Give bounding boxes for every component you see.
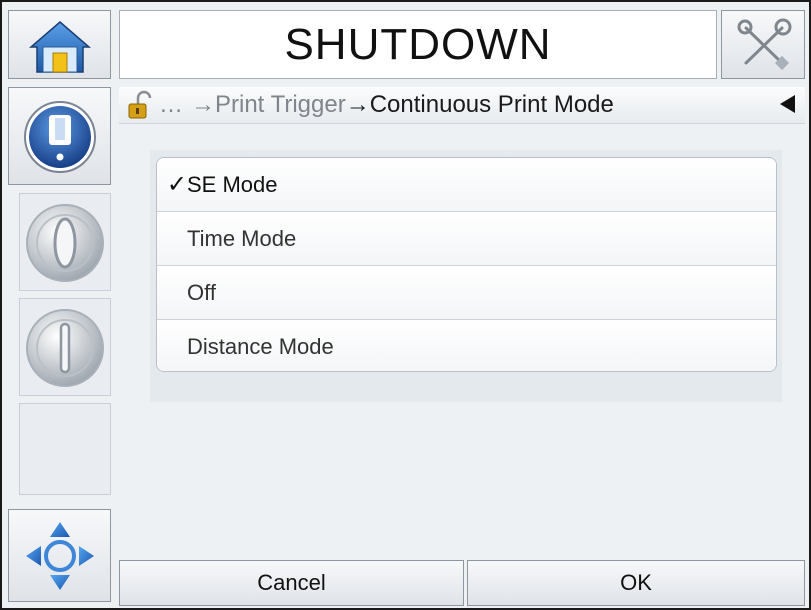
option-label: Off xyxy=(187,279,216,305)
option-off[interactable]: Off xyxy=(157,266,776,320)
back-triangle-icon[interactable] xyxy=(780,95,795,113)
page-title: SHUTDOWN xyxy=(284,19,552,69)
status-title-box: SHUTDOWN xyxy=(119,10,717,79)
ink-bottle-icon xyxy=(24,101,96,173)
checkmark-icon: ✓ xyxy=(166,171,187,198)
home-icon xyxy=(28,21,92,73)
unlocked-padlock-icon xyxy=(128,90,152,119)
option-label: SE Mode xyxy=(187,171,278,197)
jet-stop-icon xyxy=(26,309,104,387)
tools-button[interactable] xyxy=(721,10,805,79)
option-se-mode[interactable]: ✓ SE Mode xyxy=(157,158,776,212)
sidebar-empty-slot xyxy=(19,403,111,495)
sidebar-item-jet-start[interactable] xyxy=(19,193,111,291)
navigation-arrows-icon xyxy=(26,522,94,590)
option-distance-mode[interactable]: Distance Mode xyxy=(157,320,776,371)
breadcrumb-item-current: →Continuous Print Mode xyxy=(345,91,614,118)
option-label: Distance Mode xyxy=(187,334,334,359)
ok-button[interactable]: OK xyxy=(467,560,805,606)
cancel-button-label: Cancel xyxy=(257,570,326,595)
option-list: ✓ SE Mode Time Mode Off Distance Mode xyxy=(156,157,777,372)
breadcrumb-item-print-trigger[interactable]: →Print Trigger xyxy=(191,91,346,119)
breadcrumb-ellipsis[interactable]: … xyxy=(159,91,183,119)
sidebar-item-jet-stop[interactable] xyxy=(19,298,111,396)
sidebar-item-ink[interactable] xyxy=(8,87,111,185)
option-time-mode[interactable]: Time Mode xyxy=(157,212,776,266)
tools-icon xyxy=(737,18,792,71)
option-label: Time Mode xyxy=(187,225,297,251)
navigation-button[interactable] xyxy=(8,509,111,602)
cancel-button[interactable]: Cancel xyxy=(119,560,464,606)
home-button[interactable] xyxy=(8,10,111,79)
jet-start-icon xyxy=(26,204,104,282)
ok-button-label: OK xyxy=(620,570,652,595)
breadcrumb: … →Print Trigger →Continuous Print Mode xyxy=(119,87,805,124)
